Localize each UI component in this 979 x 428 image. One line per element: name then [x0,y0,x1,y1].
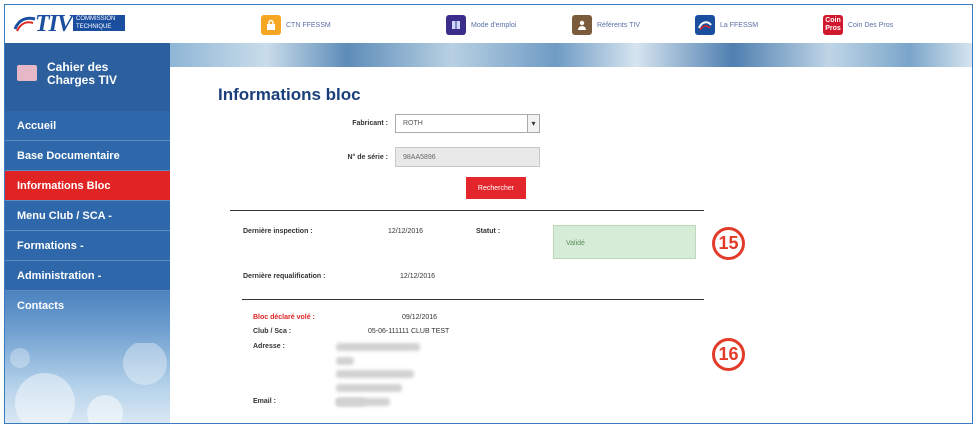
serie-value: 98AA5896 [403,154,436,161]
nav-label: Référents TIV [597,21,641,29]
sidebar-item-contacts[interactable]: Contacts [5,291,170,321]
redacted-address-line [336,357,354,365]
top-navigation-bar: TIV COMMISSION TECHNIQUE CTN FFESSM Mode… [5,5,972,44]
derniere-inspection-label: Dernière inspection : [243,228,313,235]
sidebar-item-informations-bloc[interactable]: Informations Bloc [5,171,170,201]
nav-la-ffessm[interactable]: La FFESSM [695,14,758,36]
sidebar-item-accueil[interactable]: Accueil [5,111,170,141]
nav-label: La FFESSM [720,21,759,29]
nav-label: Mode d'emploi [471,21,517,29]
coin-pros-icon: Coin Pros [823,15,843,35]
divider [230,210,704,211]
page-title: Informations bloc [218,85,361,104]
logo-brand: TIV [35,11,73,37]
derniere-requalification-label: Dernière requalification : [243,273,326,280]
club-sca-value: 05-06-111111 CLUB TEST [368,328,450,335]
sidebar-title: Cahier des Charges TIV [47,60,118,87]
nav-mode-emploi[interactable]: Mode d'emploi [446,14,516,36]
nav-referents-tiv[interactable]: Référents TIV [572,14,640,36]
bloc-vole-label: Bloc déclaré volé : [253,314,315,321]
nav-coin-des-pros[interactable]: Coin Pros Coin Des Pros [823,14,893,36]
sidebar-item-menu-club-sca[interactable]: Menu Club / SCA - [5,201,170,231]
sidebar-item-formations[interactable]: Formations - [5,231,170,261]
nav-label: CTN FFESSM [286,21,331,29]
serie-input[interactable]: 98AA5896 [395,147,540,167]
book-icon [446,15,466,35]
nav-label: Coin Des Pros [848,21,894,29]
sidebar: Cahier des Charges TIV Accueil Base Docu… [5,43,170,423]
divider [242,299,704,300]
callout-badge: 16 [712,338,745,371]
club-sca-label: Club / Sca : [253,328,292,335]
statut-value: Validé [566,240,585,247]
chevron-down-icon[interactable]: ▾ [527,115,539,132]
sidebar-item-administration[interactable]: Administration - [5,261,170,291]
bloc-vole-value: 09/12/2016 [402,314,438,321]
statut-box: Validé [553,225,696,259]
ffessm-icon [695,15,715,35]
fabricant-value: ROTH [403,120,423,127]
redacted-address-line [336,370,414,378]
callout-badge: 15 [712,227,745,260]
sidebar-item-base-documentaire[interactable]: Base Documentaire [5,141,170,171]
users-icon [572,15,592,35]
logo-swoosh-icon [13,16,36,32]
main-content: Informations bloc Fabricant : ROTH ▾ N° … [170,67,972,423]
redacted-address-line [336,343,420,351]
redacted-address-line [336,384,402,392]
fabricant-select[interactable]: ROTH ▾ [395,114,540,133]
tiv-logo[interactable]: TIV COMMISSION TECHNIQUE [13,11,125,37]
logo-subtitle: COMMISSION TECHNIQUE [73,15,125,31]
email-label: Email : [253,398,276,405]
adresse-label: Adresse : [253,343,285,350]
statut-label: Statut : [476,228,501,235]
cahier-book-icon [17,65,37,81]
derniere-inspection-value: 12/12/2016 [388,228,424,235]
derniere-requalification-value: 12/12/2016 [400,273,436,280]
header-banner-image [170,43,972,67]
sidebar-decorative-bubbles [10,343,167,423]
padlock-icon [261,15,281,35]
app-window: TIV COMMISSION TECHNIQUE CTN FFESSM Mode… [4,4,973,424]
redacted-email [336,398,390,406]
sidebar-header[interactable]: Cahier des Charges TIV [5,43,170,111]
fabricant-label: Fabricant : [352,120,388,127]
rechercher-button[interactable]: Rechercher [466,177,526,199]
serie-label: N° de série : [347,154,388,161]
nav-ctn-ffessm[interactable]: CTN FFESSM [261,14,331,36]
